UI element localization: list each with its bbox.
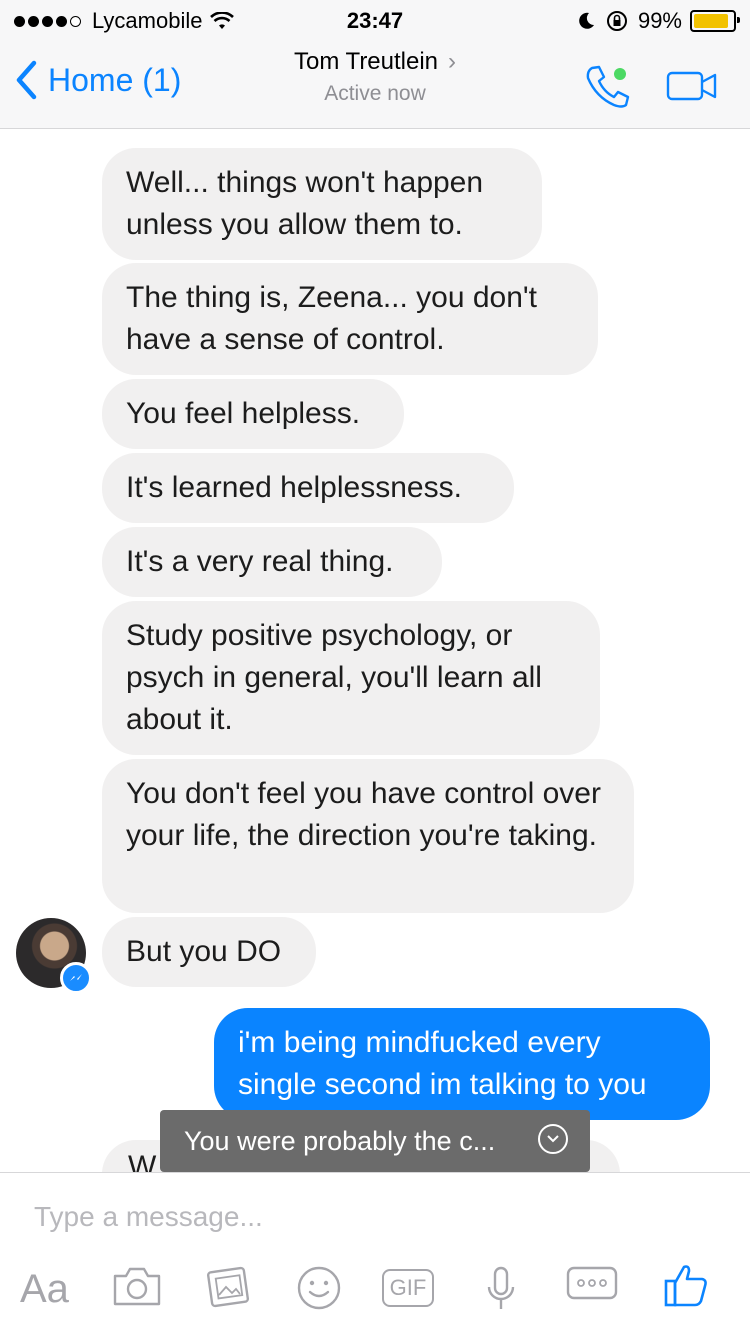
partial-message-text: W	[128, 1150, 157, 1172]
toast-text: You were probably the c...	[184, 1125, 496, 1156]
gallery-icon	[206, 1266, 250, 1308]
battery-icon	[690, 10, 740, 32]
status-bar: Lycamobile 23:47 99%	[0, 0, 750, 40]
message-thread[interactable]: Well... things won't happen unless you a…	[0, 128, 750, 1172]
text-format-button[interactable]: Aa	[20, 1267, 69, 1312]
video-call-button[interactable]	[666, 70, 718, 107]
gif-icon: GIF	[382, 1269, 434, 1307]
emoji-icon	[297, 1266, 341, 1310]
camera-icon	[113, 1267, 161, 1306]
microphone-button[interactable]	[484, 1265, 518, 1318]
message-input[interactable]	[34, 1201, 714, 1233]
message-bubble[interactable]: Study positive psychology, or psych in g…	[102, 601, 600, 755]
message-bubble[interactable]: The thing is, Zeena... you don't have a …	[102, 263, 598, 375]
like-button[interactable]	[662, 1261, 710, 1314]
like-icon	[664, 1265, 707, 1307]
moon-icon	[579, 12, 594, 29]
contact-name: Tom Treutlein	[293, 48, 439, 75]
message-bubble[interactable]: It's learned helplessness.	[102, 453, 514, 523]
rotation-lock-icon	[606, 11, 627, 31]
gif-button[interactable]: GIF	[382, 1265, 434, 1307]
microphone-icon	[487, 1266, 515, 1309]
sent-message-bubble[interactable]: i'm being mindfucked every single second…	[214, 1008, 710, 1120]
message-bubble[interactable]: Well... things won't happen unless you a…	[102, 148, 542, 260]
message-composer: Aa GIF	[0, 1172, 750, 1335]
status-right: 99%	[576, 8, 740, 34]
contact-info[interactable]: Tom Treutlein › Active now	[0, 48, 750, 106]
more-button[interactable]	[566, 1265, 618, 1306]
presence-status: Active now	[324, 82, 426, 105]
camera-button[interactable]	[112, 1265, 162, 1312]
gallery-button[interactable]	[204, 1265, 252, 1314]
message-bubble[interactable]: It's a very real thing.	[102, 527, 442, 597]
message-bubble[interactable]: You feel helpless.	[102, 379, 404, 449]
contact-avatar[interactable]	[16, 918, 92, 994]
message-bubble[interactable]: You don't feel you have control over you…	[102, 759, 634, 913]
message-bubble[interactable]: But you DO	[102, 917, 316, 987]
voice-call-button[interactable]	[584, 64, 632, 115]
emoji-button[interactable]	[296, 1265, 342, 1316]
conversation-header: Home (1) Tom Treutlein › Active now	[0, 40, 750, 129]
chevron-right-icon: ›	[448, 48, 457, 75]
messenger-badge-icon	[60, 962, 92, 994]
video-camera-icon	[666, 71, 717, 101]
battery-percent: 99%	[637, 8, 682, 33]
phone-icon	[586, 65, 630, 108]
new-message-toast[interactable]: You were probably the c...	[160, 1110, 590, 1172]
chevron-down-icon	[538, 1124, 568, 1154]
more-icon	[566, 1266, 618, 1300]
